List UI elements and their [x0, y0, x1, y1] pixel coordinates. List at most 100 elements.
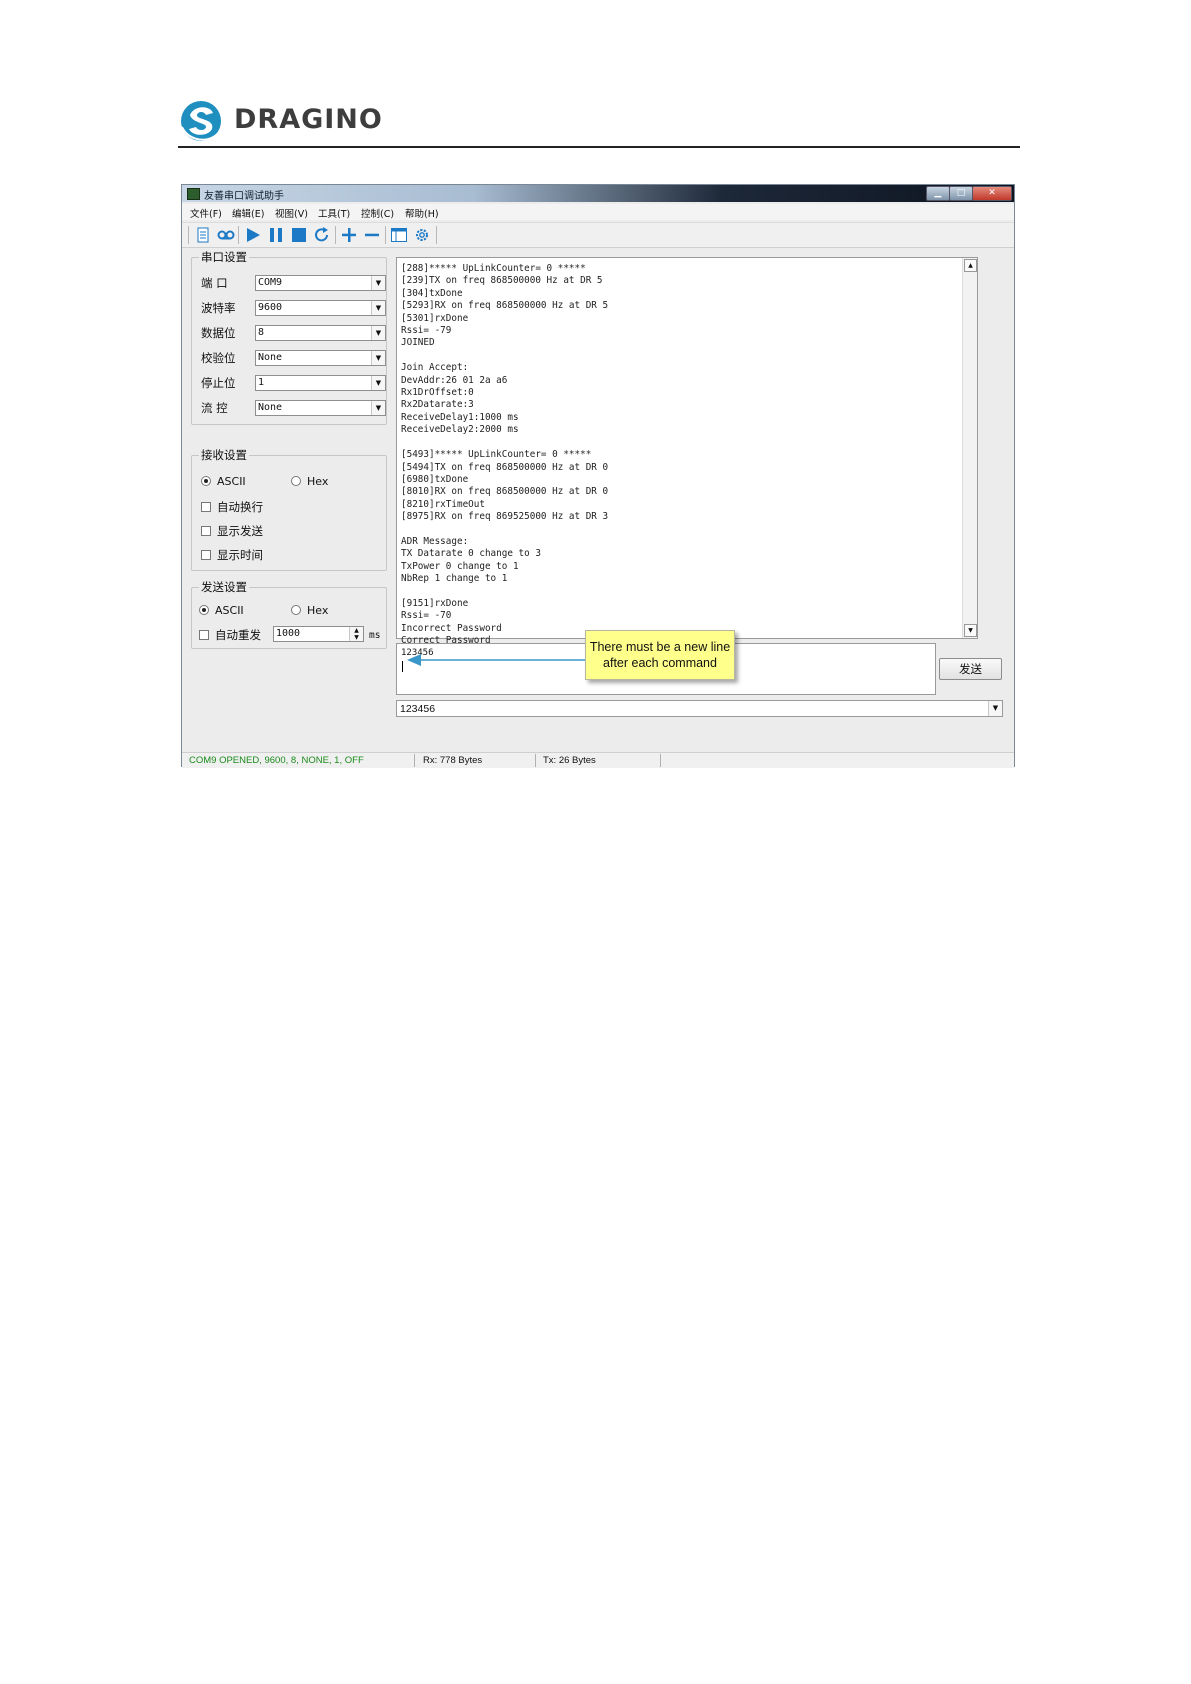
parity-value: None	[258, 352, 283, 363]
receive-log-text: [288]***** UpLinkCounter= 0 ***** [239]TX…	[401, 263, 608, 648]
scroll-down-icon[interactable]: ▼	[964, 624, 977, 637]
chevron-down-icon: ▼	[371, 276, 385, 290]
show-time-label: 显示时间	[217, 548, 263, 562]
receive-log-area[interactable]: [288]***** UpLinkCounter= 0 ***** [239]TX…	[396, 257, 978, 646]
toolbar	[182, 222, 1014, 248]
log-line: Join Accept:	[401, 362, 469, 374]
auto-newline-checkbox[interactable]: 自动换行	[201, 499, 263, 515]
close-button[interactable]: ✕	[972, 186, 1012, 201]
receive-hex-radio[interactable]: Hex	[291, 475, 328, 488]
chevron-down-icon: ▼	[371, 351, 385, 365]
play-icon[interactable]	[244, 227, 262, 243]
data-bits-select[interactable]: 8 ▼	[255, 325, 386, 341]
send-history-select[interactable]: 123456 ▼	[396, 700, 1003, 717]
receive-settings-title: 接收设置	[199, 447, 249, 463]
stop-icon[interactable]	[290, 227, 308, 243]
checkbox-icon	[201, 550, 211, 560]
radio-selected-icon	[201, 476, 211, 486]
baud-select[interactable]: 9600 ▼	[255, 300, 386, 316]
auto-resend-label: 自动重发	[215, 628, 261, 642]
serial-settings-group: 串口设置 端 口 COM9 ▼ 波特率 9600 ▼ 数据位 8 ▼ 校验位 None…	[191, 249, 387, 425]
radio-selected-icon	[199, 605, 209, 615]
pause-icon[interactable]	[267, 227, 285, 243]
receive-ascii-label: ASCII	[217, 475, 246, 488]
status-separator	[414, 754, 415, 767]
app-icon	[187, 188, 200, 200]
chevron-down-icon: ▼	[371, 401, 385, 415]
remove-icon[interactable]	[363, 227, 381, 243]
toolbar-separator	[335, 226, 336, 244]
menu-view[interactable]: 视图(V)	[275, 206, 308, 220]
log-line: [8010]RX on freq 868500000 Hz at DR 0	[401, 486, 609, 498]
port-select[interactable]: COM9 ▼	[255, 275, 386, 291]
log-line: ADR Message:	[401, 535, 469, 547]
stop-bits-label: 停止位	[201, 376, 236, 390]
show-time-checkbox[interactable]: 显示时间	[201, 547, 263, 563]
interval-unit: ms	[369, 630, 381, 641]
send-hex-radio[interactable]: Hex	[291, 604, 328, 617]
scroll-up-icon[interactable]: ▲	[964, 259, 977, 272]
minimize-button[interactable]: ▁	[926, 186, 950, 201]
annotation-arrow-icon	[407, 654, 589, 666]
settings-icon[interactable]	[413, 227, 431, 243]
receive-ascii-radio[interactable]: ASCII	[201, 475, 246, 488]
show-send-checkbox[interactable]: 显示发送	[201, 523, 263, 539]
spinner-arrows-icon[interactable]: ▲ ▼	[349, 627, 363, 641]
brand-name: DRAGINO	[234, 104, 383, 135]
log-line: [5301]rxDone	[401, 312, 469, 324]
log-line: [288]***** UpLinkCounter= 0 *****	[401, 263, 586, 274]
record-icon[interactable]	[217, 227, 235, 243]
rx-count: Rx: 778 Bytes	[423, 755, 483, 766]
log-line: [9151]rxDone	[401, 597, 469, 609]
log-line: Incorrect Password	[401, 622, 502, 634]
resend-interval-spinner[interactable]: 1000 ▲ ▼	[273, 626, 364, 642]
stop-bits-select[interactable]: 1 ▼	[255, 375, 386, 391]
port-value: COM9	[258, 277, 283, 288]
text-caret	[402, 661, 403, 672]
send-button[interactable]: 发送	[939, 658, 1002, 680]
menu-control[interactable]: 控制(C)	[361, 206, 394, 220]
checkbox-icon	[201, 502, 211, 512]
flow-label: 流 控	[201, 401, 228, 415]
add-icon[interactable]	[340, 227, 358, 243]
window-icon[interactable]	[390, 227, 408, 243]
serial-settings-title: 串口设置	[199, 249, 249, 265]
send-hex-label: Hex	[307, 604, 329, 617]
auto-newline-label: 自动换行	[217, 500, 263, 514]
radio-icon	[291, 476, 301, 486]
parity-select[interactable]: None ▼	[255, 350, 386, 366]
menu-bar: 文件(F) 编辑(E) 视图(V) 工具(T) 控制(C) 帮助(H)	[182, 204, 1014, 220]
menu-file[interactable]: 文件(F)	[190, 206, 222, 220]
menu-tools[interactable]: 工具(T)	[318, 206, 350, 220]
log-line: NbRep 1 change to 1	[401, 573, 508, 585]
auto-resend-checkbox[interactable]: 自动重发	[199, 627, 261, 643]
receive-scrollbar[interactable]: ▲ ▼	[962, 258, 977, 638]
annotation-callout: There must be a new line after each comm…	[585, 630, 735, 680]
status-separator	[535, 754, 536, 767]
show-send-label: 显示发送	[217, 524, 263, 538]
menu-edit[interactable]: 编辑(E)	[232, 206, 264, 220]
log-line: [8210]rxTimeOut	[401, 498, 485, 510]
log-line: ReceiveDelay2:2000 ms	[401, 424, 519, 436]
toolbar-separator	[385, 226, 386, 244]
status-bar: COM9 OPENED, 9600, 8, NONE, 1, OFF Rx: 7…	[182, 752, 1014, 768]
menu-help[interactable]: 帮助(H)	[405, 206, 439, 220]
history-value: 123456	[400, 703, 436, 715]
send-ascii-radio[interactable]: ASCII	[199, 604, 244, 617]
chevron-down-icon: ▼	[988, 701, 1002, 716]
stop-bits-value: 1	[258, 377, 265, 388]
log-line: Rssi= -70	[401, 610, 452, 622]
flow-select[interactable]: None ▼	[255, 400, 386, 416]
log-line: [5493]***** UpLinkCounter= 0 *****	[401, 449, 592, 461]
document-icon[interactable]	[194, 227, 212, 243]
refresh-icon[interactable]	[313, 227, 331, 243]
log-line: ReceiveDelay1:1000 ms	[401, 411, 519, 423]
checkbox-icon	[199, 630, 209, 640]
checkbox-icon	[201, 526, 211, 536]
port-status: COM9 OPENED, 9600, 8, NONE, 1, OFF	[189, 755, 364, 766]
annotation-line-1: There must be a new line	[589, 640, 731, 654]
maximize-button[interactable]: □	[949, 186, 973, 201]
